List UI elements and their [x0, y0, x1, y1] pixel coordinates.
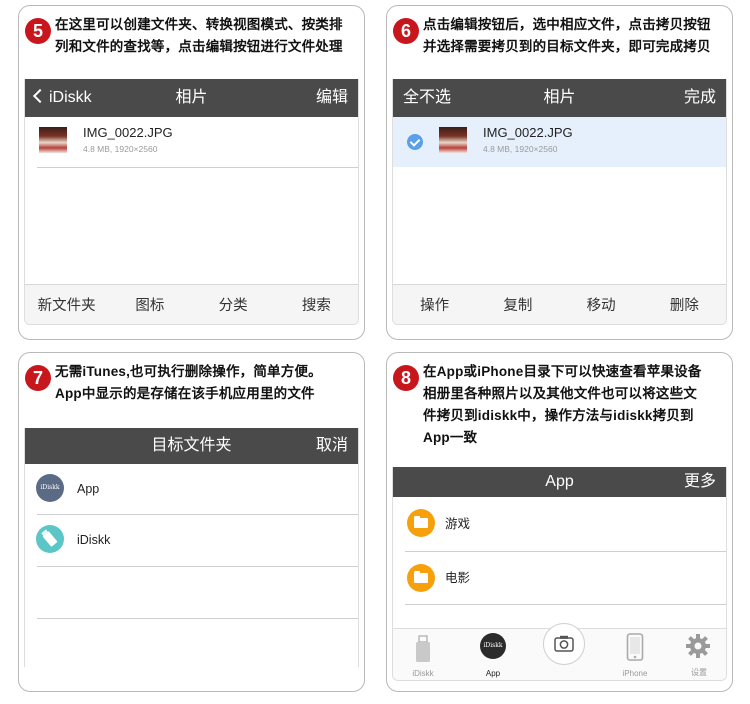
checkmark-icon[interactable] [407, 134, 423, 150]
panel-step-5: 5 在这里可以创建文件夹、转换视图模式、按类排 列和文件的查找等，点击编辑按钮进… [18, 5, 365, 340]
folder-icon [407, 509, 435, 537]
photo-thumbnail [439, 127, 467, 153]
idiskk-logo-icon: iDiskk [36, 474, 64, 502]
phone-screen: App 更多 游戏 电影 iDiskk iDiskk App iPhone 设置 [392, 467, 727, 681]
folder-row-movies[interactable]: 电影 [393, 552, 726, 604]
divider [405, 604, 726, 605]
tab-camera[interactable] [534, 623, 594, 680]
step-badge: 7 [25, 365, 51, 391]
panel-step-6: 6 点击编辑按钮后，选中相应文件，点击拷贝按钮 并选择需要拷贝到的目标文件夹，即… [386, 5, 733, 340]
divider [37, 167, 358, 168]
step-badge: 5 [25, 18, 51, 44]
copy-button[interactable]: 复制 [476, 294, 559, 315]
folder-row-games[interactable]: 游戏 [393, 497, 726, 551]
step-badge: 8 [393, 365, 419, 391]
tab-iphone[interactable]: iPhone [605, 629, 665, 680]
file-meta: 4.8 MB, 1920×2560 [83, 144, 158, 154]
folder-label: 电影 [445, 571, 471, 585]
bottom-toolbar: 操作 复制 移动 删除 [393, 284, 726, 324]
search-button[interactable]: 搜索 [275, 294, 358, 315]
nav-title: 目标文件夹 [151, 437, 232, 454]
tab-app[interactable]: iDiskk App [463, 629, 523, 680]
done-button[interactable]: 完成 [684, 79, 716, 117]
action-button[interactable]: 操作 [393, 294, 476, 315]
folder-row-idiskk[interactable]: iDiskk [25, 515, 358, 565]
camera-icon [554, 635, 574, 652]
divider [37, 618, 358, 619]
folder-icon [407, 564, 435, 592]
iphone-icon [626, 633, 644, 661]
photo-thumbnail [39, 127, 67, 153]
gear-icon [686, 634, 710, 658]
divider [37, 566, 358, 567]
folder-label: App [77, 482, 100, 496]
icon-view-button[interactable]: 图标 [108, 294, 191, 315]
back-button[interactable]: iDiskk [32, 79, 92, 117]
folder-row-app[interactable]: iDiskk App [25, 464, 358, 514]
panel-step-7: 7 无需iTunes,也可执行删除操作，简单方便。 App中显示的是存储在该手机… [18, 352, 365, 692]
tab-idiskk[interactable]: iDiskk [393, 629, 453, 680]
folder-label: 游戏 [445, 517, 471, 531]
panel-step-8: 8 在App或iPhone目录下可以快速查看苹果设备 相册里各种照片以及其他文件… [386, 352, 733, 692]
file-name: IMG_0022.JPG [83, 125, 173, 140]
tab-settings[interactable]: 设置 [669, 629, 726, 680]
file-name: IMG_0022.JPG [483, 125, 573, 140]
delete-button[interactable]: 删除 [643, 294, 726, 315]
step-description: 点击编辑按钮后，选中相应文件，点击拷贝按钮 并选择需要拷贝到的目标文件夹，即可完… [423, 17, 711, 54]
navbar: iDiskk 相片 编辑 [25, 79, 358, 117]
cancel-button[interactable]: 取消 [316, 428, 348, 464]
phone-screen: 全不选 相片 完成 IMG_0022.JPG 4.8 MB, 1920×2560… [392, 79, 727, 325]
file-row-selected[interactable]: IMG_0022.JPG 4.8 MB, 1920×2560 [393, 117, 726, 167]
move-button[interactable]: 移动 [560, 294, 643, 315]
file-row[interactable]: IMG_0022.JPG 4.8 MB, 1920×2560 [25, 117, 358, 167]
navbar: 目标文件夹 取消 [25, 428, 358, 464]
nav-title: App [545, 473, 574, 490]
file-meta: 4.8 MB, 1920×2560 [483, 144, 558, 154]
phone-screen: iDiskk 相片 编辑 IMG_0022.JPG 4.8 MB, 1920×2… [24, 79, 359, 325]
more-button[interactable]: 更多 [684, 467, 716, 497]
usb-drive-icon [416, 635, 430, 662]
tab-bar: iDiskk iDiskk App iPhone 设置 [393, 623, 726, 680]
step-description: 在这里可以创建文件夹、转换视图模式、按类排 列和文件的查找等，点击编辑按钮进行文… [55, 17, 343, 54]
bottom-toolbar: 新文件夹 图标 分类 搜索 [25, 284, 358, 324]
camera-button[interactable] [543, 623, 585, 665]
navbar: App 更多 [393, 467, 726, 497]
phone-screen: 目标文件夹 取消 iDiskk App iDiskk [24, 428, 359, 667]
usb-drive-icon [36, 525, 64, 553]
step-description: 在App或iPhone目录下可以快速查看苹果设备 相册里各种照片以及其他文件也可… [423, 364, 702, 445]
navbar: 全不选 相片 完成 [393, 79, 726, 117]
folder-label: iDiskk [77, 533, 111, 547]
chevron-left-icon [32, 88, 48, 104]
edit-button[interactable]: 编辑 [316, 79, 348, 117]
step-description: 无需iTunes,也可执行删除操作，简单方便。 App中显示的是存储在该手机应用… [55, 364, 322, 401]
new-folder-button[interactable]: 新文件夹 [25, 294, 108, 315]
sort-button[interactable]: 分类 [192, 294, 275, 315]
step-badge: 6 [393, 18, 419, 44]
idiskk-logo-icon: iDiskk [480, 633, 506, 659]
deselect-all-button[interactable]: 全不选 [403, 79, 451, 117]
